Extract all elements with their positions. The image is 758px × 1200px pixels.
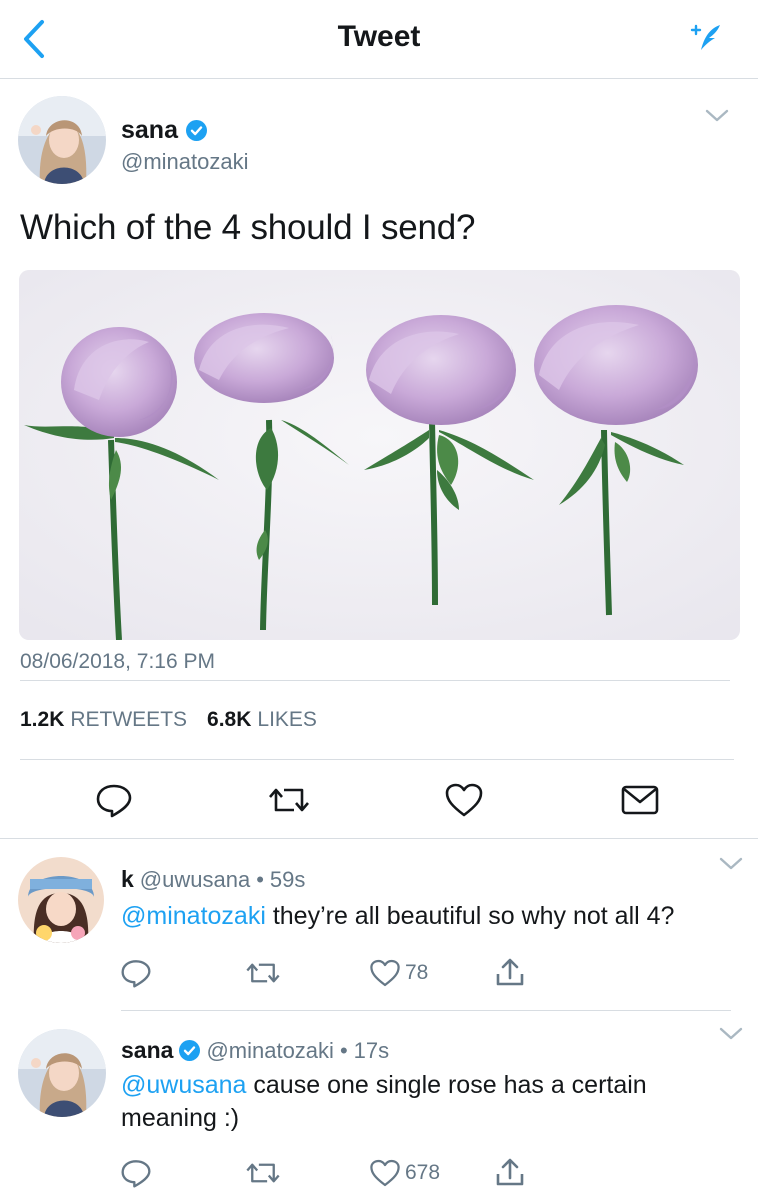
retweet-icon[interactable] xyxy=(244,1158,282,1188)
reply-author-name[interactable]: sana xyxy=(121,1037,173,1064)
tweet-stats: 1.2K RETWEETS 6.8K LIKES xyxy=(20,708,317,732)
like-count: 78 xyxy=(405,961,429,984)
tweet-options-chevron-icon[interactable] xyxy=(704,108,730,124)
divider xyxy=(20,680,730,681)
divider xyxy=(121,1010,731,1011)
like-heart-icon[interactable] xyxy=(369,1158,401,1188)
verified-badge-icon xyxy=(185,120,207,141)
like-count: 678 xyxy=(405,1161,441,1184)
likes-label[interactable]: LIKES xyxy=(257,708,317,732)
reply-options-chevron-icon[interactable] xyxy=(718,1026,744,1042)
reply-icon[interactable] xyxy=(95,782,133,818)
reply-avatar[interactable] xyxy=(18,857,104,943)
reply-header: k @uwusana • 59s xyxy=(121,866,305,893)
reply-author-name[interactable]: k xyxy=(121,866,134,893)
separator-dot: • xyxy=(256,866,264,892)
tweet-text: Which of the 4 should I send? xyxy=(20,208,476,247)
reply-author-handle[interactable]: @uwusana xyxy=(140,867,250,893)
mention-link[interactable]: @uwusana xyxy=(121,1071,246,1099)
mention-link[interactable]: @minatozaki xyxy=(121,902,266,930)
reply-text: @uwusana cause one single rose has a cer… xyxy=(121,1069,721,1135)
tweet-timestamp: 08/06/2018, 7:16 PM xyxy=(20,650,215,673)
reply-header: sana @minatozaki • 17s xyxy=(121,1037,389,1064)
author-handle[interactable]: @minatozaki xyxy=(121,149,249,175)
reply-time: 59s xyxy=(269,866,306,892)
share-icon[interactable] xyxy=(494,1156,526,1188)
reply-avatar[interactable] xyxy=(18,1029,106,1117)
tweet-media-image[interactable] xyxy=(19,270,740,640)
author-name-row[interactable]: sana xyxy=(121,116,207,145)
reply-icon[interactable] xyxy=(120,958,152,988)
verified-badge-icon xyxy=(179,1040,201,1061)
retweet-icon[interactable] xyxy=(244,958,282,988)
reply-options-chevron-icon[interactable] xyxy=(718,856,744,872)
separator-dot: • xyxy=(339,1037,348,1063)
like-heart-icon[interactable] xyxy=(369,958,401,988)
compose-tweet-icon[interactable] xyxy=(686,22,726,54)
likes-count[interactable]: 6.8K xyxy=(207,708,251,732)
author-avatar[interactable] xyxy=(18,96,106,184)
retweet-icon[interactable] xyxy=(266,782,312,818)
direct-message-icon[interactable] xyxy=(620,784,660,816)
nav-bar: Tweet xyxy=(0,0,758,79)
share-icon[interactable] xyxy=(494,956,526,988)
reply-body: they’re all beautiful so why not all 4? xyxy=(272,902,675,930)
like-heart-icon[interactable] xyxy=(444,782,484,818)
divider xyxy=(20,759,734,760)
author-name: sana xyxy=(121,116,178,144)
reply-author-handle[interactable]: @minatozaki xyxy=(206,1038,334,1064)
reply-text: @minatozaki they’re all beautiful so why… xyxy=(121,900,731,933)
page-title: Tweet xyxy=(337,20,421,53)
divider xyxy=(0,838,758,839)
retweets-label[interactable]: RETWEETS xyxy=(70,708,187,732)
reply-icon[interactable] xyxy=(120,1158,152,1188)
retweets-count[interactable]: 1.2K xyxy=(20,708,64,732)
reply-time: 17s xyxy=(353,1037,390,1063)
